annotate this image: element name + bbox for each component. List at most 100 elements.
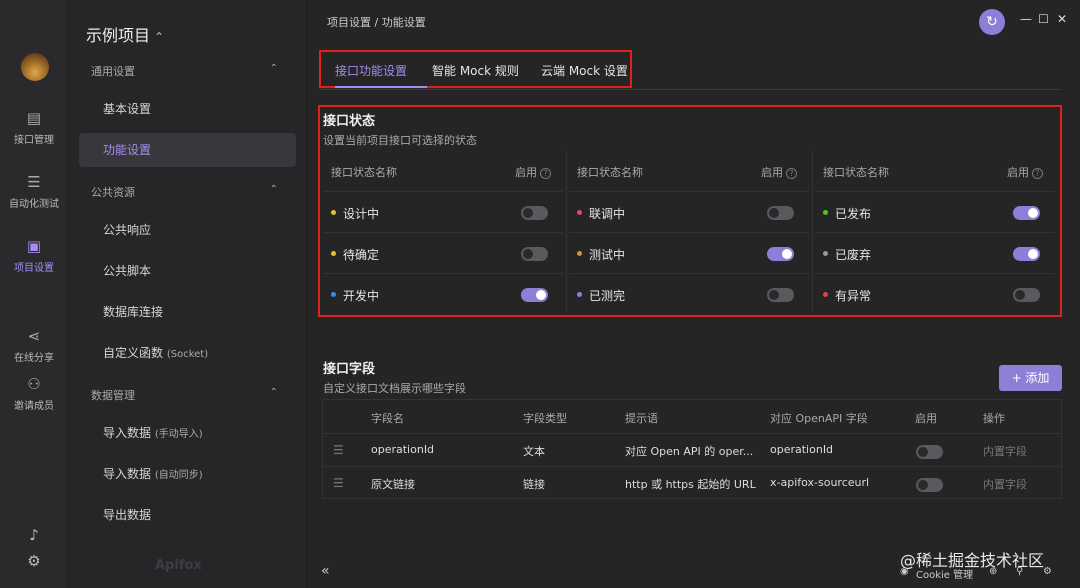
auto-test-icon: ☰ bbox=[27, 173, 41, 191]
status-label: 已发布 bbox=[835, 207, 872, 221]
field-toggle[interactable] bbox=[916, 445, 943, 459]
maximize-button[interactable]: ☐ bbox=[1038, 12, 1049, 26]
add-field-button[interactable]: + 添加 bbox=[999, 365, 1062, 391]
field-openapi: operationId bbox=[770, 443, 834, 456]
table-row: ☰ 原文链接 链接 http 或 https 起始的 URL x-apifox-… bbox=[323, 466, 1061, 499]
cookie-icon[interactable]: ◉ bbox=[900, 566, 909, 577]
help-icon[interactable]: ? bbox=[786, 168, 797, 179]
status-dot bbox=[577, 251, 582, 256]
rail-item-autotest[interactable]: ☰ 自动化测试 bbox=[0, 174, 68, 210]
minimize-button[interactable]: — bbox=[1020, 12, 1032, 26]
status-label: 测试中 bbox=[589, 248, 626, 262]
sidebar-item-import-auto[interactable]: 导入数据 (自动同步) bbox=[79, 457, 296, 491]
field-type: 文本 bbox=[523, 445, 545, 458]
chevron-up-icon[interactable]: ⌃ bbox=[270, 184, 278, 195]
status-row: 已发布 bbox=[815, 192, 1055, 233]
col-enable-header: 启用? bbox=[515, 164, 551, 180]
rail-item-project-settings[interactable]: ▣ 项目设置 bbox=[0, 238, 68, 274]
status-row: 已测完 bbox=[569, 274, 809, 315]
drag-handle-icon[interactable]: ☰ bbox=[333, 443, 344, 457]
status-header: 接口状态名称 启用? bbox=[323, 150, 563, 192]
status-toggle[interactable] bbox=[521, 206, 548, 220]
tab-cloud-mock[interactable]: 云端 Mock 设置 bbox=[541, 62, 628, 79]
status-row: 已废弃 bbox=[815, 233, 1055, 274]
nav-rail: ▤ 接口管理 ☰ 自动化测试 ▣ 项目设置 ⋖ 在线分享 ⚇ 邀请成员 ♪ ⚙ bbox=[0, 0, 68, 588]
sidebar-item-export[interactable]: 导出数据 bbox=[79, 498, 296, 532]
invite-member-icon: ⚇ bbox=[27, 375, 41, 393]
rail-item-invite[interactable]: ⚇ 邀请成员 bbox=[0, 376, 68, 412]
avatar[interactable] bbox=[21, 53, 49, 81]
status-toggle[interactable] bbox=[1013, 288, 1040, 302]
status-dot bbox=[331, 251, 336, 256]
sidebar-item-features[interactable]: 功能设置 bbox=[79, 133, 296, 167]
status-label: 联调中 bbox=[589, 207, 626, 221]
settings-icon[interactable]: ⚙ bbox=[1043, 566, 1052, 577]
field-openapi: x-apifox-sourceurl bbox=[770, 476, 870, 489]
chevron-up-icon[interactable]: ⌃ bbox=[270, 63, 278, 74]
fields-title: 接口字段 bbox=[323, 362, 376, 377]
tab-smart-mock[interactable]: 智能 Mock 规则 bbox=[432, 62, 519, 79]
status-toggle[interactable] bbox=[1013, 206, 1040, 220]
field-toggle[interactable] bbox=[916, 478, 943, 492]
settings-sidebar: 示例项目 ⌃ 通用设置 ⌃ 基本设置 功能设置 公共资源 ⌃ 公共响应 公共脚本 … bbox=[69, 0, 307, 588]
api-doc-icon: ▤ bbox=[26, 109, 42, 127]
status-toggle[interactable] bbox=[1013, 247, 1040, 261]
status-toggle[interactable] bbox=[767, 288, 794, 302]
help-circle-icon[interactable]: ⊕ bbox=[989, 566, 997, 577]
sidebar-item-public-script[interactable]: 公共脚本 bbox=[79, 254, 296, 288]
status-row: 联调中 bbox=[569, 192, 809, 233]
column-divider bbox=[566, 150, 567, 313]
status-column: 接口状态名称 启用? 联调中 测试中 已测完 bbox=[569, 150, 809, 313]
drag-handle-icon[interactable]: ☰ bbox=[333, 476, 344, 490]
status-dot bbox=[823, 251, 828, 256]
field-hint: 对应 Open API 的 oper... bbox=[625, 445, 754, 458]
sidebar-item-custom-func[interactable]: 自定义函数 (Socket) bbox=[79, 336, 296, 370]
status-row: 开发中 bbox=[323, 274, 563, 315]
sidebar-item-label: 自定义函数 bbox=[103, 346, 164, 360]
status-toggle[interactable] bbox=[521, 247, 548, 261]
help-icon[interactable]: ? bbox=[1032, 168, 1043, 179]
column-divider bbox=[812, 150, 813, 313]
shirt-icon[interactable]: ⚲ bbox=[1016, 566, 1023, 577]
sidebar-item-sub: (自动同步) bbox=[154, 470, 203, 481]
col-header: 对应 OpenAPI 字段 bbox=[770, 412, 868, 425]
sidebar-item-import-manual[interactable]: 导入数据 (手动导入) bbox=[79, 416, 296, 450]
main-content: 项目设置 / 功能设置 ↻ — ☐ ✕ 接口功能设置 智能 Mock 规则 云端… bbox=[308, 0, 1080, 588]
collapse-sidebar-icon[interactable]: « bbox=[321, 563, 330, 579]
sidebar-item-label: 导出数据 bbox=[103, 508, 152, 522]
status-label: 有异常 bbox=[835, 289, 872, 303]
sync-icon[interactable]: ↻ bbox=[979, 9, 1005, 35]
status-toggle[interactable] bbox=[767, 206, 794, 220]
col-enable-header: 启用? bbox=[761, 164, 797, 180]
col-header: 字段名 bbox=[371, 412, 404, 425]
rail-label: 在线分享 bbox=[14, 353, 54, 364]
fields-table: 字段名 字段类型 提示语 对应 OpenAPI 字段 启用 操作 ☰ opera… bbox=[322, 399, 1062, 499]
sidebar-item-sub: (Socket) bbox=[166, 349, 209, 360]
project-settings-icon: ▣ bbox=[26, 237, 42, 255]
status-toggle[interactable] bbox=[767, 247, 794, 261]
status-dot bbox=[577, 292, 582, 297]
status-label: 已测完 bbox=[589, 289, 626, 303]
tab-api-features[interactable]: 接口功能设置 bbox=[335, 62, 407, 79]
status-toggle[interactable] bbox=[521, 288, 548, 302]
close-button[interactable]: ✕ bbox=[1057, 12, 1067, 26]
group-data: 数据管理 bbox=[91, 389, 135, 402]
cookie-manager-link[interactable]: Cookie 管理 bbox=[916, 566, 973, 581]
chevron-up-icon[interactable]: ⌃ bbox=[270, 387, 278, 398]
col-header: 字段类型 bbox=[523, 412, 567, 425]
enable-label: 启用 bbox=[515, 166, 537, 179]
tabs-divider bbox=[319, 89, 1061, 90]
rail-label: 邀请成员 bbox=[14, 401, 54, 412]
bell-icon[interactable]: ♪ bbox=[26, 527, 42, 543]
sidebar-item-label: 公共响应 bbox=[103, 223, 152, 237]
sidebar-item-public-response[interactable]: 公共响应 bbox=[79, 213, 296, 247]
sidebar-item-basic[interactable]: 基本设置 bbox=[79, 92, 296, 126]
project-switcher[interactable]: 示例项目 ⌃ bbox=[86, 22, 164, 46]
apifox-watermark: Apifox bbox=[155, 558, 202, 573]
rail-item-share[interactable]: ⋖ 在线分享 bbox=[0, 328, 68, 364]
sidebar-item-db[interactable]: 数据库连接 bbox=[79, 295, 296, 329]
rail-item-api[interactable]: ▤ 接口管理 bbox=[0, 110, 68, 146]
active-tab-indicator bbox=[335, 86, 427, 88]
gear-icon[interactable]: ⚙ bbox=[26, 553, 42, 569]
help-icon[interactable]: ? bbox=[540, 168, 551, 179]
